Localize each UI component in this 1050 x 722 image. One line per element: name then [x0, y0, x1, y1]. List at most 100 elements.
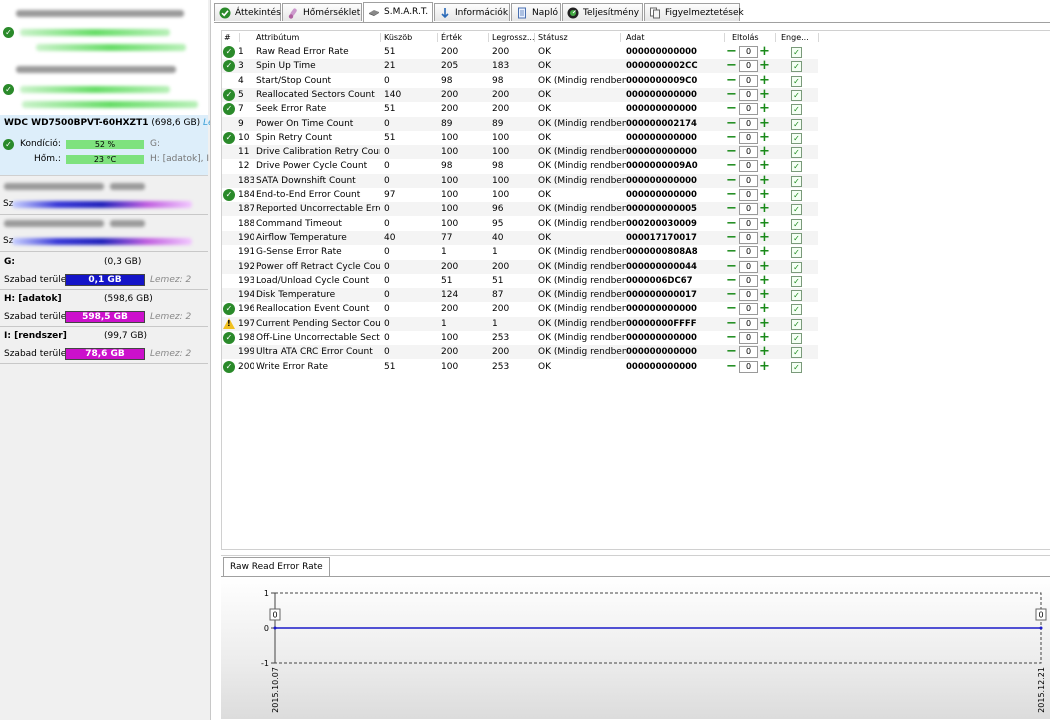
- plus-icon[interactable]: +: [759, 331, 770, 344]
- table-row[interactable]: 188 Command Timeout 0 100 95 OK (Mindig rendb…: [222, 217, 818, 231]
- plus-icon[interactable]: +: [759, 88, 770, 101]
- disk-card-selected[interactable]: WDC WD7500BPVT-60HXZT1 (698,6 GB) Le ✓ K…: [0, 115, 210, 176]
- minus-icon[interactable]: −: [726, 202, 737, 215]
- tab-informaciok[interactable]: Információk: [434, 3, 510, 21]
- plus-icon[interactable]: +: [759, 74, 770, 87]
- minus-icon[interactable]: −: [726, 117, 737, 130]
- partition-blurred-2[interactable]: Sz: [0, 215, 208, 252]
- table-row[interactable]: ✓ 184 End-to-End Error Count 97 100 100 OK 0000…: [222, 188, 818, 202]
- offset-input[interactable]: 0: [739, 46, 758, 58]
- table-row[interactable]: ✓ 5 Reallocated Sectors Count 140 200 200 OK 00…: [222, 87, 818, 102]
- tab-attekintes[interactable]: Áttekintés: [214, 3, 281, 21]
- offset-input[interactable]: 0: [739, 117, 758, 130]
- offset-input[interactable]: 0: [739, 174, 758, 187]
- plus-icon[interactable]: +: [759, 45, 770, 58]
- offset-input[interactable]: 0: [739, 346, 758, 359]
- offset-input[interactable]: 0: [739, 360, 758, 373]
- partition-g[interactable]: G: (0,3 GB) Szabad terület 0,1 GB Lemez:…: [0, 253, 208, 290]
- minus-icon[interactable]: −: [726, 45, 737, 58]
- table-row[interactable]: ✓198Off-Line Uncorrectable Sector...0100…: [222, 331, 818, 345]
- minus-icon[interactable]: −: [726, 217, 737, 230]
- minus-icon[interactable]: −: [726, 88, 737, 101]
- enabled-checkbox[interactable]: ✓: [791, 232, 802, 244]
- col-header-value[interactable]: Érték: [441, 31, 487, 44]
- minus-icon[interactable]: −: [726, 260, 737, 273]
- minus-icon[interactable]: −: [726, 131, 737, 144]
- minus-icon[interactable]: −: [726, 74, 737, 87]
- offset-input[interactable]: 0: [739, 189, 758, 201]
- table-row[interactable]: 191 G-Sense Error Rate 0 1 1 OK (Mindig rendb…: [222, 245, 818, 259]
- enabled-checkbox[interactable]: ✓: [791, 118, 802, 130]
- table-row[interactable]: 187 Reported Uncorrectable Errors 0 100 96 OK…: [222, 202, 818, 217]
- enabled-checkbox[interactable]: ✓: [791, 147, 802, 159]
- plus-icon[interactable]: +: [759, 145, 770, 158]
- plus-icon[interactable]: +: [759, 159, 770, 172]
- plus-icon[interactable]: +: [759, 202, 770, 215]
- enabled-checkbox[interactable]: ✓: [791, 304, 802, 316]
- enabled-checkbox[interactable]: ✓: [791, 104, 802, 116]
- table-row[interactable]: ✓ 10 Spin Retry Count 51 100 100 OK 00000000000…: [222, 131, 818, 145]
- enabled-checkbox[interactable]: ✓: [791, 218, 802, 230]
- plus-icon[interactable]: +: [759, 274, 770, 287]
- tab-teljesitmeny[interactable]: Teljesítmény: [562, 3, 643, 21]
- table-row[interactable]: ✓ 3 Spin Up Time 21 205 183 OK 0000000002CC −0 + ✓: [222, 59, 818, 74]
- tab-homerseklet[interactable]: Hőmérséklet: [282, 3, 362, 21]
- plus-icon[interactable]: +: [759, 231, 770, 244]
- enabled-checkbox[interactable]: ✓: [791, 318, 802, 330]
- col-header-id[interactable]: #: [224, 31, 236, 44]
- plus-icon[interactable]: +: [759, 188, 770, 201]
- table-row[interactable]: 9 Power On Time Count 0 89 89 OK (Mindig rend…: [222, 116, 818, 131]
- enabled-checkbox[interactable]: ✓: [791, 290, 802, 302]
- enabled-checkbox[interactable]: ✓: [791, 204, 802, 216]
- table-row[interactable]: 199 Ultra ATA CRC Error Count 0 200 200 OK (M…: [222, 345, 818, 360]
- table-row[interactable]: ✓ 200 Write Error Rate 51 100 253 OK 0000000000…: [222, 360, 818, 374]
- plus-icon[interactable]: +: [759, 302, 770, 315]
- offset-input[interactable]: 0: [739, 332, 758, 344]
- plus-icon[interactable]: +: [759, 260, 770, 273]
- offset-input[interactable]: 0: [739, 231, 758, 244]
- plus-icon[interactable]: +: [759, 131, 770, 144]
- partition-h[interactable]: H: [adatok] (598,6 GB) Szabad terület 59…: [0, 290, 208, 327]
- table-row[interactable]: 190 Airflow Temperature 40 77 40 OK 0000171700…: [222, 230, 818, 245]
- col-header-offset[interactable]: Eltolás: [732, 31, 772, 44]
- enabled-checkbox[interactable]: ✓: [791, 261, 802, 273]
- plus-icon[interactable]: +: [759, 317, 770, 330]
- offset-input[interactable]: 0: [739, 131, 758, 144]
- minus-icon[interactable]: −: [726, 302, 737, 315]
- table-row[interactable]: 183 SATA Downshift Count 0 100 100 OK (Mindig…: [222, 173, 818, 188]
- chart-tab-raw-read-error-rate[interactable]: Raw Read Error Rate: [223, 557, 330, 576]
- plus-icon[interactable]: +: [759, 217, 770, 230]
- minus-icon[interactable]: −: [726, 345, 737, 358]
- col-header-data[interactable]: Adat: [626, 31, 716, 44]
- enabled-checkbox[interactable]: ✓: [791, 47, 802, 58]
- plus-icon[interactable]: +: [759, 174, 770, 187]
- minus-icon[interactable]: −: [726, 274, 737, 287]
- table-row[interactable]: ✓ 7 Seek Error Rate 51 200 200 OK 000000000000−…: [222, 102, 818, 116]
- minus-icon[interactable]: −: [726, 59, 737, 72]
- offset-input[interactable]: 0: [739, 146, 758, 159]
- enabled-checkbox[interactable]: ✓: [791, 275, 802, 287]
- offset-input[interactable]: 0: [739, 246, 758, 259]
- table-row[interactable]: 193 Load/Unload Cycle Count 0 51 51 OK (Mindi…: [222, 274, 818, 288]
- col-header-worst[interactable]: Legrossz...: [492, 31, 534, 44]
- table-row[interactable]: 197Current Pending Sector Count 0 1 1 OK (Mi…: [222, 316, 818, 331]
- tab-naplo[interactable]: Napló: [511, 3, 561, 21]
- enabled-checkbox[interactable]: ✓: [791, 361, 802, 373]
- offset-input[interactable]: 0: [739, 303, 758, 316]
- col-header-enabled[interactable]: Enge...: [781, 31, 817, 44]
- offset-input[interactable]: 0: [739, 88, 758, 101]
- minus-icon[interactable]: −: [726, 288, 737, 301]
- minus-icon[interactable]: −: [726, 174, 737, 187]
- plus-icon[interactable]: +: [759, 345, 770, 358]
- table-row[interactable]: ✓ 196 Reallocation Event Count 0 200 200 OK (M…: [222, 302, 818, 316]
- table-row[interactable]: 11 Drive Calibration Retry Count 0 100 100 OK…: [222, 145, 818, 160]
- plus-icon[interactable]: +: [759, 245, 770, 258]
- enabled-checkbox[interactable]: ✓: [791, 61, 802, 73]
- table-row[interactable]: 12 Drive Power Cycle Count 0 98 98 OK (Mindig…: [222, 159, 818, 173]
- col-header-attribute[interactable]: Attribútum: [256, 31, 376, 44]
- col-header-threshold[interactable]: Küszöb: [384, 31, 434, 44]
- minus-icon[interactable]: −: [726, 317, 737, 330]
- minus-icon[interactable]: −: [726, 159, 737, 172]
- partition-blurred-1[interactable]: Sz: [0, 178, 208, 215]
- enabled-checkbox[interactable]: ✓: [791, 247, 802, 259]
